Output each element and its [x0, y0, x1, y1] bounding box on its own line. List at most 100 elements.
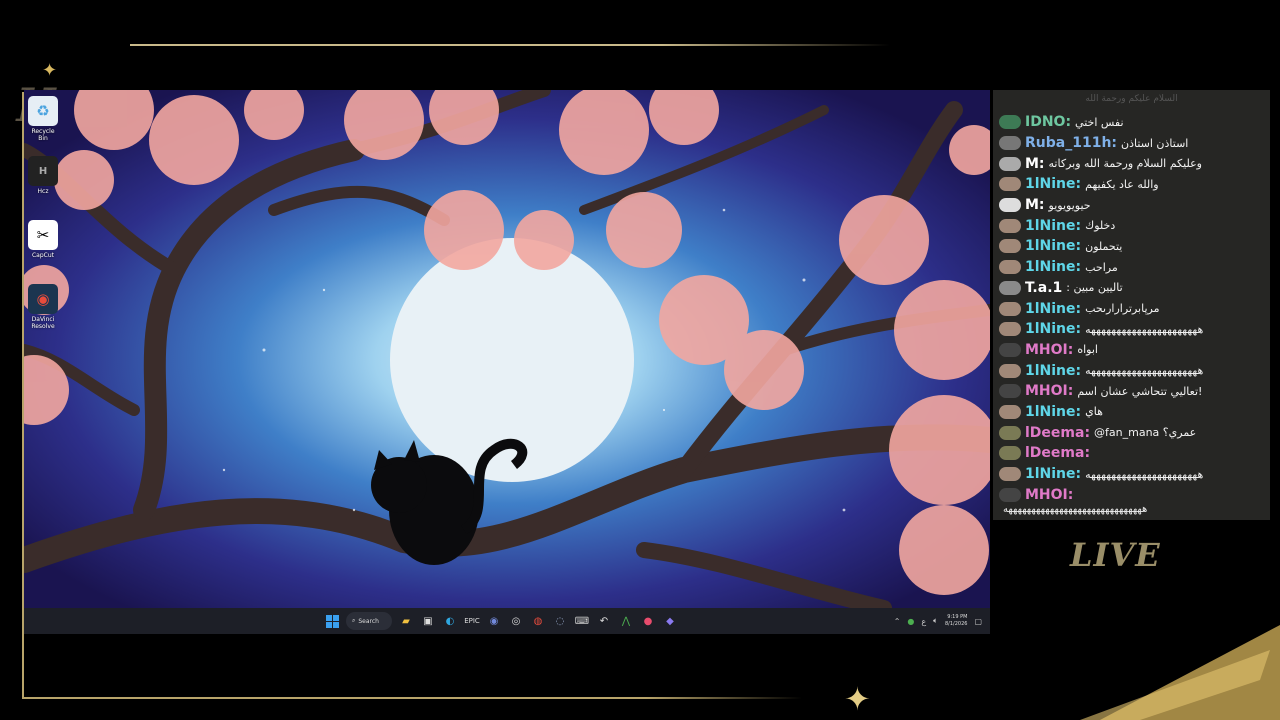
- chat-text: يتحملون: [1085, 239, 1123, 253]
- chat-text: دخلوك: [1085, 219, 1116, 233]
- back-icon[interactable]: ↶: [596, 613, 612, 629]
- chat-username[interactable]: MHOI:: [1025, 383, 1073, 399]
- chat-text: @fan_mana عمري؟: [1094, 426, 1197, 440]
- chat-username[interactable]: IDNO:: [1025, 114, 1071, 130]
- chat-message: Ruba_111h: استاذن استاذن: [999, 133, 1264, 154]
- windows-icon: [325, 614, 339, 628]
- edge-icon[interactable]: ◐: [442, 613, 458, 629]
- chat-message: 1lNine: مراحب: [999, 257, 1264, 278]
- chat-avatar: [999, 322, 1021, 337]
- chat-username[interactable]: MHOI:: [1025, 487, 1073, 503]
- clock[interactable]: 9:19 PM 8/1/2026: [945, 614, 967, 628]
- chat-username[interactable]: 1lNine:: [1025, 404, 1081, 420]
- stream-app-icon[interactable]: ◆: [662, 613, 678, 629]
- chat-avatar: [999, 239, 1021, 254]
- live-label: LIVE: [1070, 536, 1161, 574]
- chat-avatar: [999, 301, 1021, 316]
- chat-username[interactable]: 1lNine:: [1025, 301, 1081, 317]
- chat-username[interactable]: 1lNine:: [1025, 363, 1081, 379]
- chat-username[interactable]: M:: [1025, 156, 1045, 172]
- language-icon[interactable]: ع: [921, 617, 926, 626]
- chat-avatar: [999, 446, 1021, 461]
- chat-message: 1lNine: ههههههههههههههههههههههه: [999, 464, 1264, 485]
- chat-message: lDeema: @fan_mana عمري؟: [999, 422, 1264, 443]
- chat-panel: السلام عليكم ورحمة الله IDNO: نفس اختي Rub…: [993, 90, 1270, 520]
- chat-avatar: [999, 363, 1021, 378]
- chat-message: 1lNine: والله عاد يكفيهم: [999, 174, 1264, 195]
- volume-icon[interactable]: 🔈︎: [933, 616, 938, 626]
- chat-username[interactable]: 1lNine:: [1025, 176, 1081, 192]
- chat-username[interactable]: 1lNine:: [1025, 218, 1081, 234]
- hcz-app-icon: H: [28, 156, 58, 186]
- chat-message-list: IDNO: نفس اختي Ruba_111h: استاذن استاذن M: وع…: [999, 112, 1264, 505]
- chat-text: استاذن استاذن: [1121, 136, 1189, 150]
- chevron-up-icon[interactable]: ⌃: [894, 617, 901, 626]
- chat-message: 1lNine: مرپابرترارارىحب: [999, 298, 1264, 319]
- chat-username[interactable]: MHOI:: [1025, 342, 1073, 358]
- chat-text: : تاليين مبين: [1066, 281, 1123, 295]
- chat-avatar: [999, 425, 1021, 440]
- chat-avatar: [999, 404, 1021, 419]
- chat-message: MHOI:: [999, 484, 1264, 505]
- taskbar: ⌕ Search ▰ ▣ ◐ EPIC ◉ ◎ ◍ ◌ ⌨ ↶ ⋀ ● ◆ ⌃ …: [24, 608, 990, 634]
- chat-text: ههههههههههههههههههههههه: [1085, 322, 1204, 336]
- epic-icon[interactable]: EPIC: [464, 613, 480, 629]
- chat-text: ابواه: [1077, 343, 1098, 357]
- chat-avatar: [999, 177, 1021, 192]
- chat-message: MHOI: ابواه: [999, 340, 1264, 361]
- chat-text: مراحب: [1085, 260, 1118, 274]
- wallpaper-painting: [24, 90, 990, 608]
- chat-username[interactable]: 1lNine:: [1025, 466, 1081, 482]
- store-icon[interactable]: ▣: [420, 613, 436, 629]
- start-button[interactable]: [324, 613, 340, 629]
- chrome-icon[interactable]: ◍: [530, 613, 546, 629]
- keyboard-icon[interactable]: ⌨: [574, 613, 590, 629]
- chat-avatar: [999, 342, 1021, 357]
- system-tray: ⌃ ● ع 🔈︎ 9:19 PM 8/1/2026 ▢: [894, 608, 982, 634]
- obs-icon[interactable]: ◎: [508, 613, 524, 629]
- desktop-icon-davinci-resolve[interactable]: ◉ DaVinci Resolve: [26, 284, 60, 330]
- chat-username[interactable]: lDeema:: [1025, 445, 1090, 461]
- app-icon[interactable]: ⋀: [618, 613, 634, 629]
- gold-brush-stroke: [1080, 625, 1280, 720]
- notification-icon[interactable]: ▢: [974, 617, 982, 626]
- chat-avatar: [999, 487, 1021, 502]
- chat-username[interactable]: M:: [1025, 197, 1045, 213]
- chat-avatar: [999, 198, 1021, 213]
- file-explorer-icon[interactable]: ▰: [398, 613, 414, 629]
- mic-icon[interactable]: ●: [907, 617, 914, 626]
- chat-username[interactable]: 1lNine:: [1025, 259, 1081, 275]
- desktop-icon-hcz[interactable]: H Hcz: [26, 156, 60, 195]
- chat-message: M: حيويويويو: [999, 195, 1264, 216]
- chat-username[interactable]: Ruba_111h:: [1025, 135, 1117, 151]
- capcut-icon: ✂: [28, 220, 58, 250]
- chat-text: هاي: [1085, 405, 1103, 419]
- steam-icon[interactable]: ◌: [552, 613, 568, 629]
- chat-message: 1lNine: ههههههههههههههههههههههه: [999, 360, 1264, 381]
- chat-message: M: وعليكم السلام ورحمة الله وبركاته: [999, 153, 1264, 174]
- chat-avatar: [999, 115, 1021, 130]
- chat-text: ههههههههههههههههههههههه: [1085, 364, 1204, 378]
- chat-username[interactable]: T.a.1: [1025, 280, 1062, 296]
- mic-app-icon[interactable]: ●: [640, 613, 656, 629]
- chat-username[interactable]: 1lNine:: [1025, 238, 1081, 254]
- chat-faded-message: السلام عليكم ورحمة الله: [1085, 94, 1178, 104]
- chat-username[interactable]: 1lNine:: [1025, 321, 1081, 337]
- recycle-bin-icon: ♻: [28, 96, 58, 126]
- chat-avatar: [999, 218, 1021, 233]
- chat-avatar: [999, 156, 1021, 171]
- taskbar-search[interactable]: ⌕ Search: [346, 612, 392, 630]
- overlay-bottom-line: [22, 697, 802, 699]
- chat-username[interactable]: lDeema:: [1025, 425, 1090, 441]
- discord-icon[interactable]: ◉: [486, 613, 502, 629]
- chat-avatar: [999, 280, 1021, 295]
- davinci-resolve-icon: ◉: [28, 284, 58, 314]
- chat-avatar: [999, 260, 1021, 275]
- desktop-icon-recycle-bin[interactable]: ♻ Recycle Bin: [26, 96, 60, 142]
- chat-avatar: [999, 136, 1021, 151]
- overlay-top-line: [130, 44, 890, 46]
- chat-message: T.a.1 : تاليين مبين: [999, 278, 1264, 299]
- chat-avatar: [999, 384, 1021, 399]
- chat-text: تعاليي تتحاشي عشان اسم!: [1077, 384, 1203, 398]
- desktop-icon-capcut[interactable]: ✂ CapCut: [26, 220, 60, 259]
